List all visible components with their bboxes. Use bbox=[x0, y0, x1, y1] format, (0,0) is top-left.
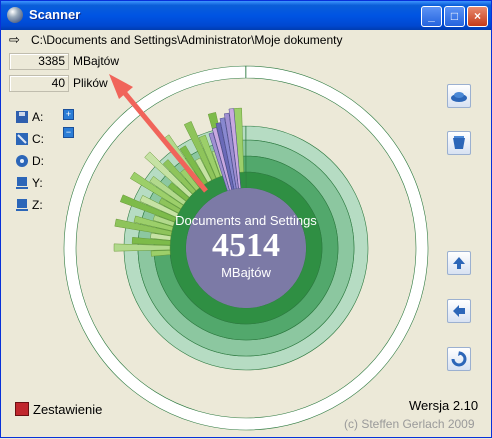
report-label[interactable]: Zestawienie bbox=[33, 402, 102, 417]
cap-icon[interactable] bbox=[447, 84, 471, 108]
version-text: Wersja 2.10 bbox=[409, 398, 479, 413]
back-arrow-icon[interactable] bbox=[447, 299, 471, 323]
collapse-button[interactable]: − bbox=[63, 127, 74, 138]
refresh-icon[interactable] bbox=[447, 347, 471, 371]
drive-d[interactable]: D: bbox=[15, 153, 44, 169]
drive-a[interactable]: A: bbox=[15, 109, 43, 125]
copyright-text: (c) Steffen Gerlach 2009 bbox=[344, 417, 475, 431]
floppy-icon bbox=[15, 110, 29, 124]
center-size-unit: MBajtów bbox=[221, 265, 271, 280]
drive-c[interactable]: C: bbox=[15, 131, 44, 147]
report-checkbox[interactable] bbox=[15, 402, 29, 416]
hard-disk-icon bbox=[15, 132, 29, 146]
up-folder-icon[interactable] bbox=[447, 251, 471, 275]
center-folder-name: Documents and Settings bbox=[175, 213, 317, 228]
network-drive-icon bbox=[15, 176, 29, 190]
center-size-value: 4514 bbox=[212, 227, 280, 264]
cd-drive-icon bbox=[15, 154, 29, 168]
drive-z[interactable]: Z: bbox=[15, 197, 43, 213]
drive-y[interactable]: Y: bbox=[15, 175, 43, 191]
recycle-bin-icon[interactable] bbox=[447, 131, 471, 155]
scanner-window: Scanner _ □ × ⇨ C:\Documents and Setting… bbox=[0, 0, 492, 438]
expand-button[interactable]: + bbox=[63, 109, 74, 120]
network-drive-icon bbox=[15, 198, 29, 212]
